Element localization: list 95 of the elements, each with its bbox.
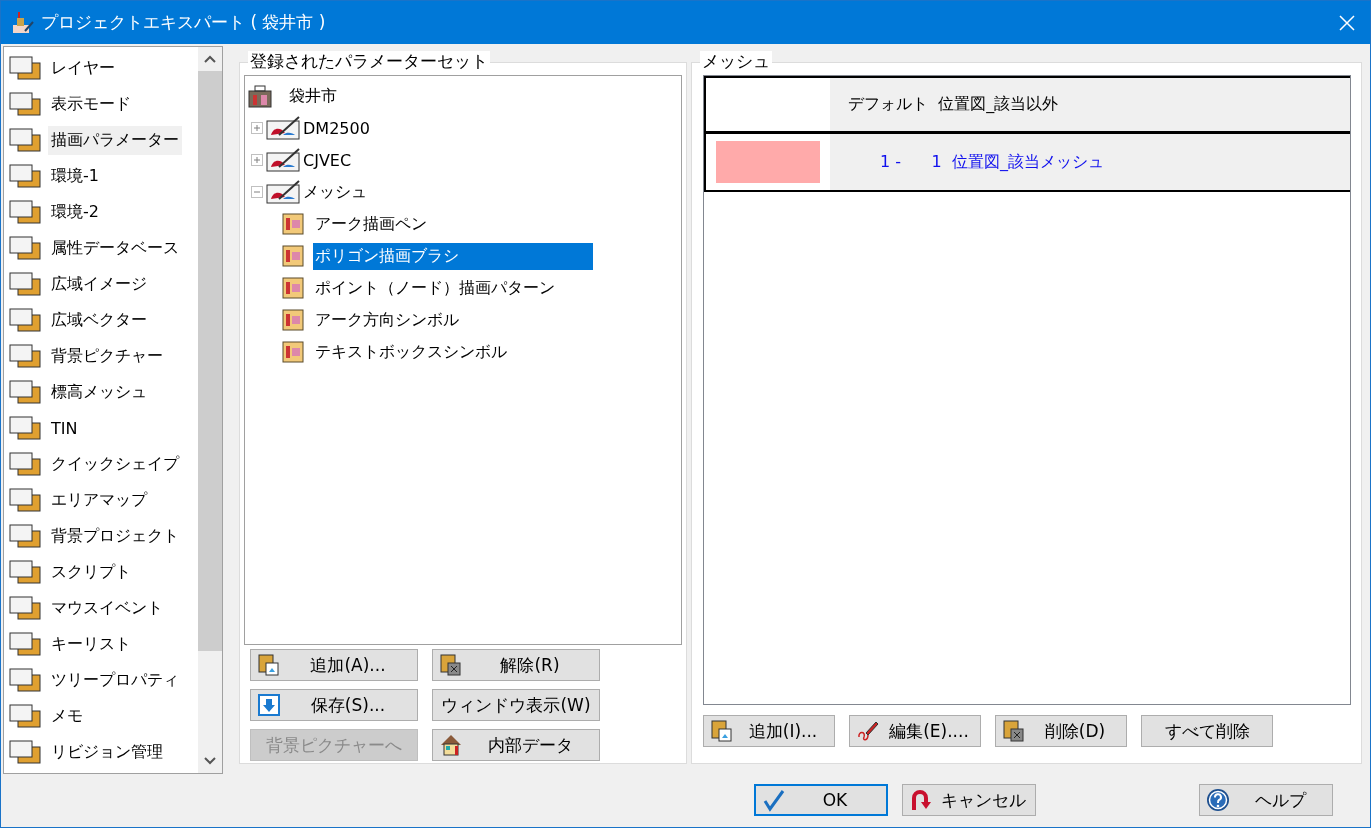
sidebar-item-icon bbox=[8, 343, 42, 369]
sidebar-item-icon bbox=[8, 199, 42, 225]
sidebar-item-icon bbox=[8, 91, 42, 117]
sidebar-item-icon bbox=[8, 739, 42, 765]
pen-drawing-icon bbox=[11, 10, 35, 35]
dialog-button[interactable]: OK bbox=[754, 784, 888, 816]
clipboard-icon bbox=[439, 653, 463, 677]
tree-item[interactable]: DM2500 bbox=[301, 115, 372, 141]
pencil-icon bbox=[856, 719, 880, 743]
mesh-label: デフォルト 位置図_該当以外 bbox=[847, 94, 1059, 115]
clipboard-icon bbox=[1002, 719, 1026, 743]
folder-icon bbox=[281, 276, 305, 300]
tree-item[interactable]: テキストボックスシンボル bbox=[313, 338, 509, 366]
sidebar-item-icon bbox=[8, 271, 42, 297]
window-title: プロジェクトエキスパート ( 袋井市 ) bbox=[41, 11, 327, 34]
group-title: メッシュ bbox=[700, 51, 772, 71]
clipboard-icon bbox=[710, 719, 734, 743]
sidebar-item[interactable]: 広域ベクター bbox=[48, 305, 150, 335]
sidebar-item-icon bbox=[8, 703, 42, 729]
folder-icon bbox=[281, 340, 305, 364]
dialog-button[interactable]: キャンセル bbox=[902, 784, 1036, 816]
sidebar-item-icon bbox=[8, 523, 42, 549]
sidebar-item-icon bbox=[8, 163, 42, 189]
tree-item[interactable]: メッシュ bbox=[301, 178, 369, 206]
scroll-up-icon[interactable] bbox=[204, 55, 216, 63]
action-button[interactable]: 保存(S)... bbox=[250, 689, 418, 721]
tree-item[interactable]: アーク方向シンボル bbox=[313, 306, 461, 334]
folder-icon bbox=[281, 308, 305, 332]
sidebar-item[interactable]: 表示モード bbox=[48, 89, 134, 119]
sidebar-item[interactable]: 広域イメージ bbox=[48, 269, 150, 299]
download-icon bbox=[257, 693, 281, 717]
sidebar-item[interactable]: スクリプト bbox=[48, 557, 134, 587]
checkmark-icon bbox=[762, 788, 786, 812]
sidebar-item[interactable]: ツリープロパティ bbox=[48, 665, 182, 695]
sidebar-item[interactable]: 背景ピクチャー bbox=[48, 341, 166, 371]
expand-icon[interactable] bbox=[251, 154, 263, 166]
action-button[interactable]: 追加(I)... bbox=[703, 715, 835, 747]
action-button[interactable]: 編集(E).... bbox=[849, 715, 981, 747]
sidebar-item[interactable]: 環境-1 bbox=[48, 161, 102, 191]
brush-icon bbox=[265, 115, 301, 141]
sidebar-item[interactable]: 標高メッシュ bbox=[48, 377, 150, 407]
tree-item[interactable]: CJVEC bbox=[301, 147, 354, 173]
brush-icon bbox=[265, 147, 301, 173]
scroll-down-icon[interactable] bbox=[204, 757, 216, 765]
mesh-row[interactable]: デフォルト 位置図_該当以外 bbox=[704, 76, 1350, 134]
sidebar-item[interactable]: レイヤー bbox=[48, 53, 118, 83]
sidebar-item-icon bbox=[8, 631, 42, 657]
tree-item[interactable]: アーク描画ペン bbox=[313, 210, 429, 238]
action-button[interactable]: 内部データ bbox=[432, 729, 600, 761]
toolbox-icon bbox=[247, 83, 273, 109]
sidebar-item[interactable]: TIN bbox=[48, 414, 81, 442]
brush-icon bbox=[265, 179, 301, 205]
sidebar-item-icon bbox=[8, 307, 42, 333]
sidebar-item-icon bbox=[8, 559, 42, 585]
sidebar-item-icon bbox=[8, 451, 42, 477]
u-turn-arrow-icon bbox=[909, 788, 933, 812]
sidebar-item[interactable]: クイックシェイプ bbox=[48, 449, 182, 479]
sidebar-item[interactable]: メモ bbox=[48, 701, 86, 731]
tree-item[interactable]: ポイント（ノード）描画パターン bbox=[313, 274, 557, 302]
folder-icon bbox=[281, 212, 305, 236]
sidebar-item-icon bbox=[8, 667, 42, 693]
sidebar-item-icon bbox=[8, 415, 42, 441]
action-button[interactable]: 追加(A)... bbox=[250, 649, 418, 681]
sidebar-item[interactable]: 描画パラメーター bbox=[48, 125, 182, 155]
sidebar-item-icon bbox=[8, 127, 42, 153]
sidebar-item-icon bbox=[8, 379, 42, 405]
action-button[interactable]: 解除(R) bbox=[432, 649, 600, 681]
sidebar-item[interactable]: エリアマップ bbox=[48, 485, 150, 515]
sidebar-item[interactable]: キーリスト bbox=[48, 629, 134, 659]
sidebar-item-icon bbox=[8, 235, 42, 261]
tree-item[interactable]: 袋井市 bbox=[287, 82, 339, 110]
dialog-button[interactable]: ヘルプ bbox=[1199, 784, 1333, 816]
sidebar-item[interactable]: 背景プロジェクト bbox=[48, 521, 182, 551]
close-icon bbox=[1339, 14, 1355, 31]
house-icon bbox=[439, 733, 463, 757]
sidebar-item-icon bbox=[8, 55, 42, 81]
sidebar-item[interactable]: 属性データベース bbox=[48, 233, 182, 263]
sidebar-item[interactable]: 環境-2 bbox=[48, 197, 102, 227]
expand-icon[interactable] bbox=[251, 122, 263, 134]
action-button[interactable]: すべて削除 bbox=[1141, 715, 1273, 747]
group-title: 登録されたパラメーターセット bbox=[248, 51, 490, 71]
scrollbar[interactable] bbox=[198, 47, 222, 773]
clipboard-icon bbox=[257, 653, 281, 677]
sidebar-item-icon bbox=[8, 595, 42, 621]
mesh-row[interactable]: 1 - 1 位置図_該当メッシュ bbox=[704, 134, 1350, 192]
help-icon bbox=[1206, 788, 1230, 812]
tree-item[interactable]: ポリゴン描画ブラシ bbox=[313, 242, 593, 270]
sidebar-item[interactable]: マウスイベント bbox=[48, 593, 166, 623]
action-button[interactable]: ウィンドウ表示(W) bbox=[432, 689, 600, 721]
folder-icon bbox=[281, 244, 305, 268]
sidebar-item[interactable]: リビジョン管理 bbox=[48, 737, 166, 767]
mesh-label: 1 - 1 位置図_該当メッシュ bbox=[879, 151, 1104, 173]
sidebar-item-icon bbox=[8, 487, 42, 513]
collapse-icon[interactable] bbox=[251, 186, 263, 198]
action-button[interactable]: 削除(D) bbox=[995, 715, 1127, 747]
